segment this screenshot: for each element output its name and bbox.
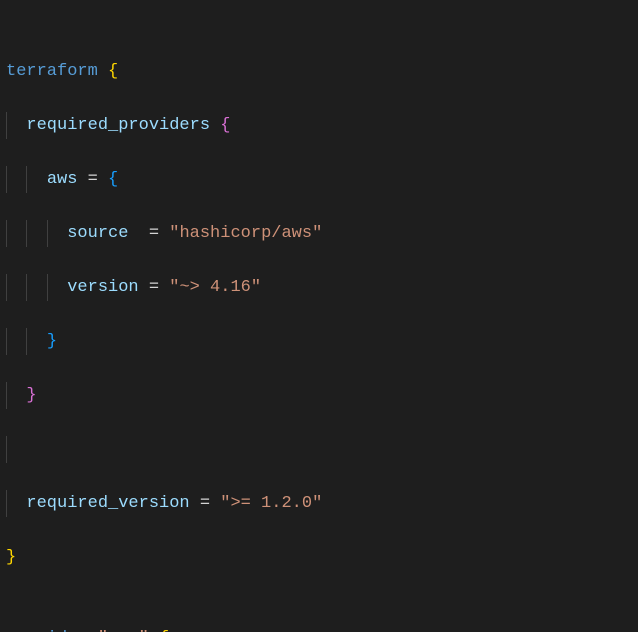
string-required-version: ">= 1.2.0"	[220, 494, 322, 513]
prop-aws: aws	[47, 170, 78, 189]
code-line: provider "aws" {	[4, 625, 638, 632]
code-line: required_providers {	[4, 112, 638, 139]
code-line: source = "hashicorp/aws"	[4, 220, 638, 247]
code-line: required_version = ">= 1.2.0"	[4, 490, 638, 517]
code-line	[4, 436, 638, 463]
prop-required-providers: required_providers	[26, 116, 210, 135]
brace-close: }	[6, 548, 16, 567]
keyword-terraform: terraform	[6, 62, 98, 81]
prop-required-version: required_version	[26, 494, 189, 513]
code-line: }	[4, 544, 638, 571]
brace-open: {	[108, 62, 118, 81]
brace-close: }	[26, 386, 36, 405]
prop-version: version	[67, 278, 138, 297]
string-version: "~> 4.16"	[169, 278, 261, 297]
string-source: "hashicorp/aws"	[169, 224, 322, 243]
code-editor[interactable]: terraform { required_providers { aws = {…	[0, 0, 638, 632]
code-line: aws = {	[4, 166, 638, 193]
code-line: terraform {	[4, 58, 638, 85]
brace-close: }	[47, 332, 57, 351]
code-line: }	[4, 328, 638, 355]
brace-open: {	[108, 170, 118, 189]
code-line: version = "~> 4.16"	[4, 274, 638, 301]
brace-open: {	[220, 116, 230, 135]
code-line: }	[4, 382, 638, 409]
prop-source: source	[67, 224, 128, 243]
